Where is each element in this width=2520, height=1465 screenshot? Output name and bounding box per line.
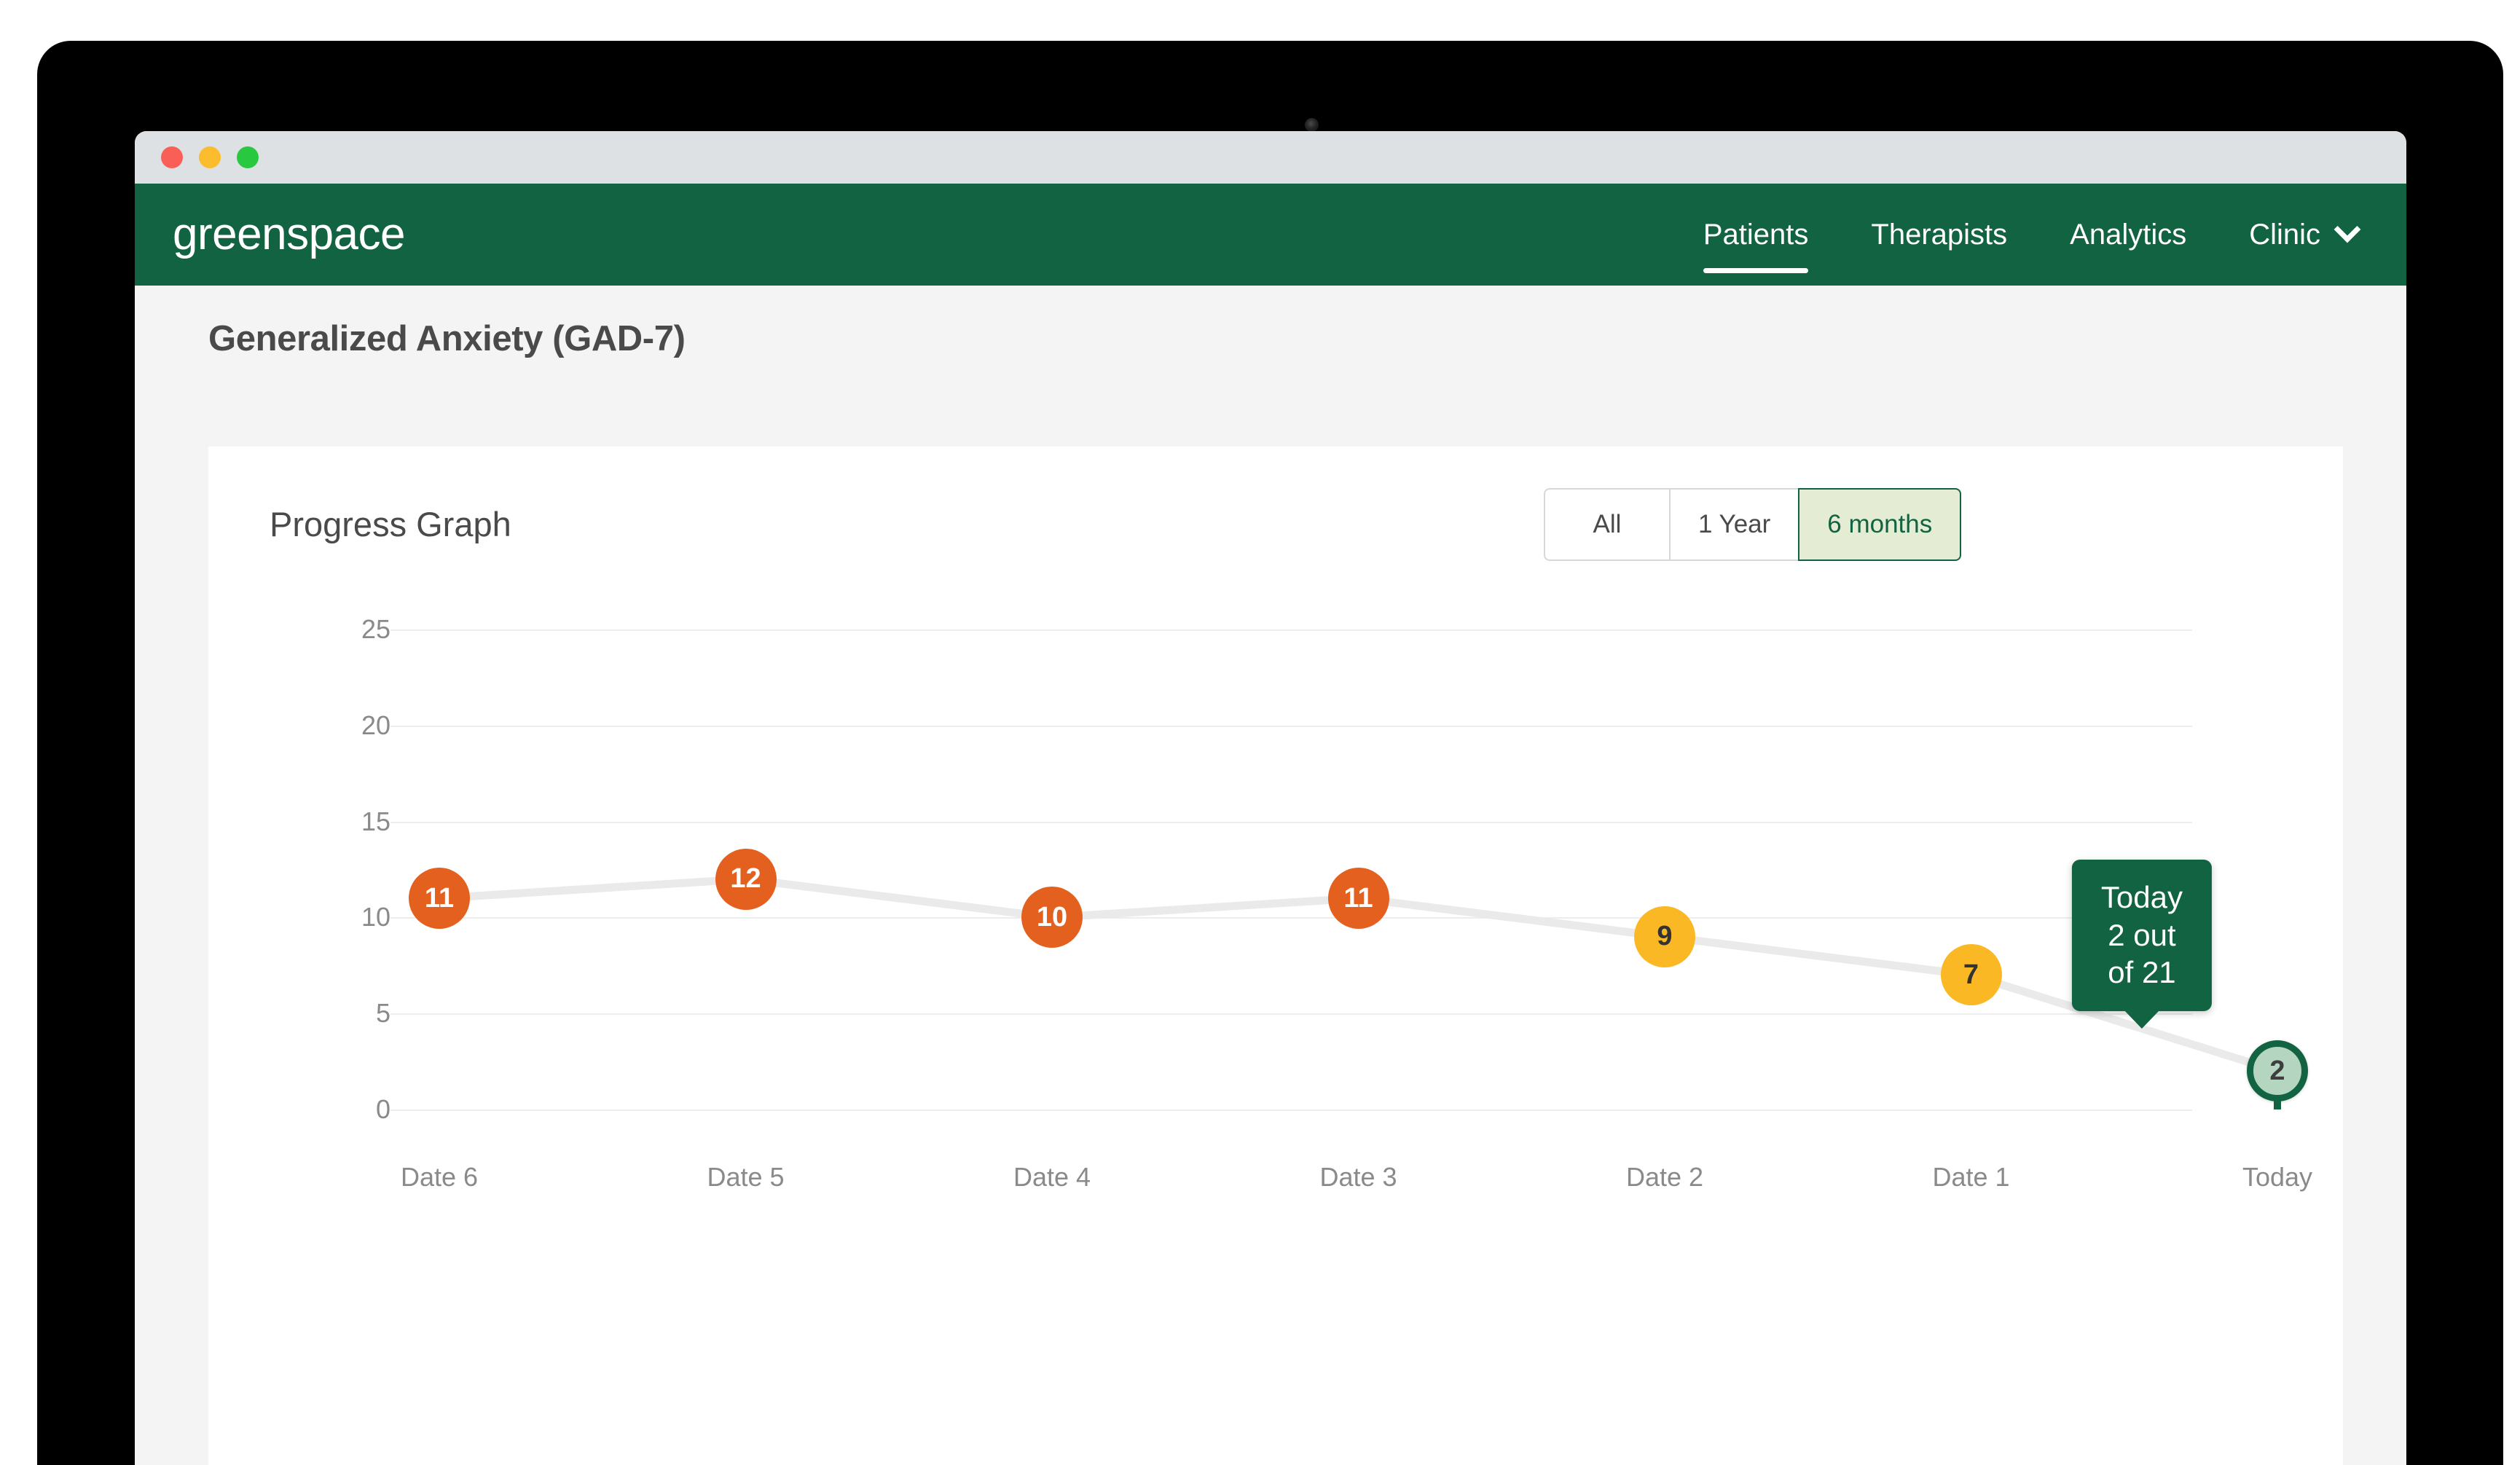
x-tick-label: Today [2242,1162,2313,1192]
nav-item-clinic[interactable]: Clinic [2249,184,2361,286]
x-tick-label: Date 5 [707,1162,785,1192]
x-tick-label: Date 4 [1013,1162,1091,1192]
app-navbar: greenspace Patients Therapists Analytics… [135,184,2406,286]
page-title: Generalized Anxiety (GAD-7) [208,319,686,358]
card-header: Progress Graph All 1 Year 6 months [208,447,2343,561]
nav-item-clinic-label: Clinic [2249,218,2320,251]
browser-title-bar [135,131,2406,184]
nav-links: Patients Therapists Analytics Clinic [1703,184,2361,286]
progress-chart: 25 20 15 10 5 0 11 12 10 11 9 7 2 Date 6 Date 5 Date … [208,556,2343,1465]
today-tooltip: Today 2 out of 21 [2071,860,2212,1029]
x-tick-label: Date 1 [1932,1162,2010,1192]
data-point-date-2[interactable]: 9 [1634,906,1695,967]
brand-logo[interactable]: greenspace [173,212,406,257]
range-option-6-months[interactable]: 6 months [1798,488,1962,561]
data-point-date-6[interactable]: 11 [409,868,470,930]
data-point-date-4[interactable]: 10 [1021,887,1083,948]
data-point-date-1[interactable]: 7 [1940,944,2002,1006]
x-tick-label: Date 3 [1319,1162,1397,1192]
data-point-date-5[interactable]: 12 [715,848,777,910]
camera-lens-icon [1305,118,1319,132]
close-window-button[interactable] [161,146,183,168]
nav-item-therapists[interactable]: Therapists [1871,184,2007,286]
range-option-all[interactable]: All [1544,488,1669,561]
range-option-1-year[interactable]: 1 Year [1669,488,1799,561]
nav-item-analytics[interactable]: Analytics [2070,184,2186,286]
x-tick-label: Date 6 [400,1162,479,1192]
range-selector: All 1 Year 6 months [1544,488,1962,561]
data-point-date-3[interactable]: 11 [1327,868,1389,930]
maximize-window-button[interactable] [237,146,259,168]
browser-window: greenspace Patients Therapists Analytics… [135,131,2406,1465]
data-point-today[interactable]: 2 [2247,1040,2308,1102]
chevron-down-icon [2333,216,2361,243]
nav-item-analytics-label: Analytics [2070,218,2187,251]
tooltip-line-1: Today [2100,880,2183,915]
nav-item-therapists-label: Therapists [1871,218,2008,251]
minimize-window-button[interactable] [199,146,221,168]
progress-graph-heading: Progress Graph [270,505,511,543]
x-tick-label: Date 2 [1625,1162,1704,1192]
progress-graph-card: Progress Graph All 1 Year 6 months 25 20 1… [208,447,2343,1465]
today-point-stem [2274,1099,2281,1109]
nav-item-patients[interactable]: Patients [1703,184,1809,286]
line-series [435,875,2282,1075]
tooltip-line-2: 2 out of 21 [2108,917,2176,989]
nav-item-patients-label: Patients [1703,218,1809,251]
